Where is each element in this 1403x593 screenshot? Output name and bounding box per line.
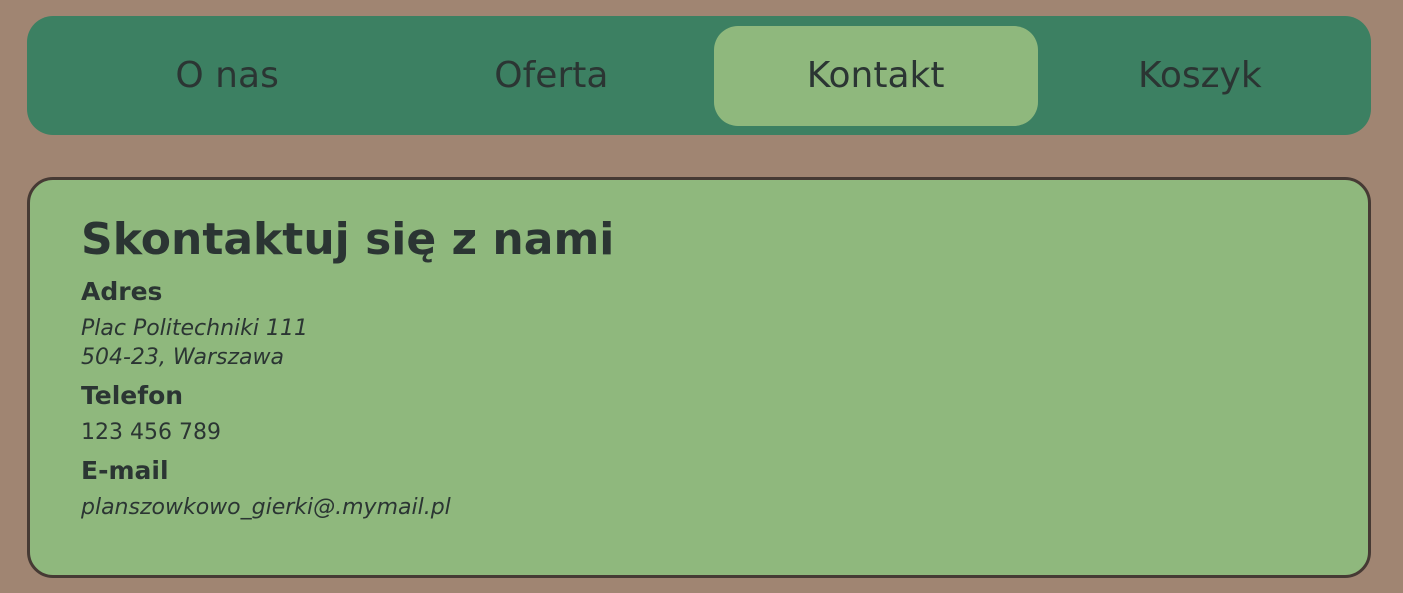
contact-panel: Skontaktuj się z nami Adres Plac Politec…	[27, 177, 1371, 578]
address-text: Plac Politechniki 111 504-23, Warszawa	[81, 314, 1368, 372]
phone-number: 123 456 789	[81, 420, 221, 445]
address-line-1: Plac Politechniki 111	[81, 316, 308, 341]
phone-label: Telefon	[81, 381, 184, 410]
nav-item-koszyk[interactable]: Koszyk	[1038, 26, 1362, 126]
main-navigation: O nas Oferta Kontakt Koszyk	[27, 16, 1371, 135]
page-title: Skontaktuj się z nami	[81, 214, 615, 265]
nav-item-o-nas[interactable]: O nas	[65, 26, 389, 126]
nav-item-oferta[interactable]: Oferta	[389, 26, 713, 126]
email-address: planszowkowo_gierki@.mymail.pl	[81, 495, 451, 520]
address-label: Adres	[81, 277, 163, 306]
nav-item-kontakt[interactable]: Kontakt	[713, 25, 1038, 126]
email-label: E-mail	[81, 456, 169, 485]
address-line-2: 504-23, Warszawa	[81, 345, 284, 370]
